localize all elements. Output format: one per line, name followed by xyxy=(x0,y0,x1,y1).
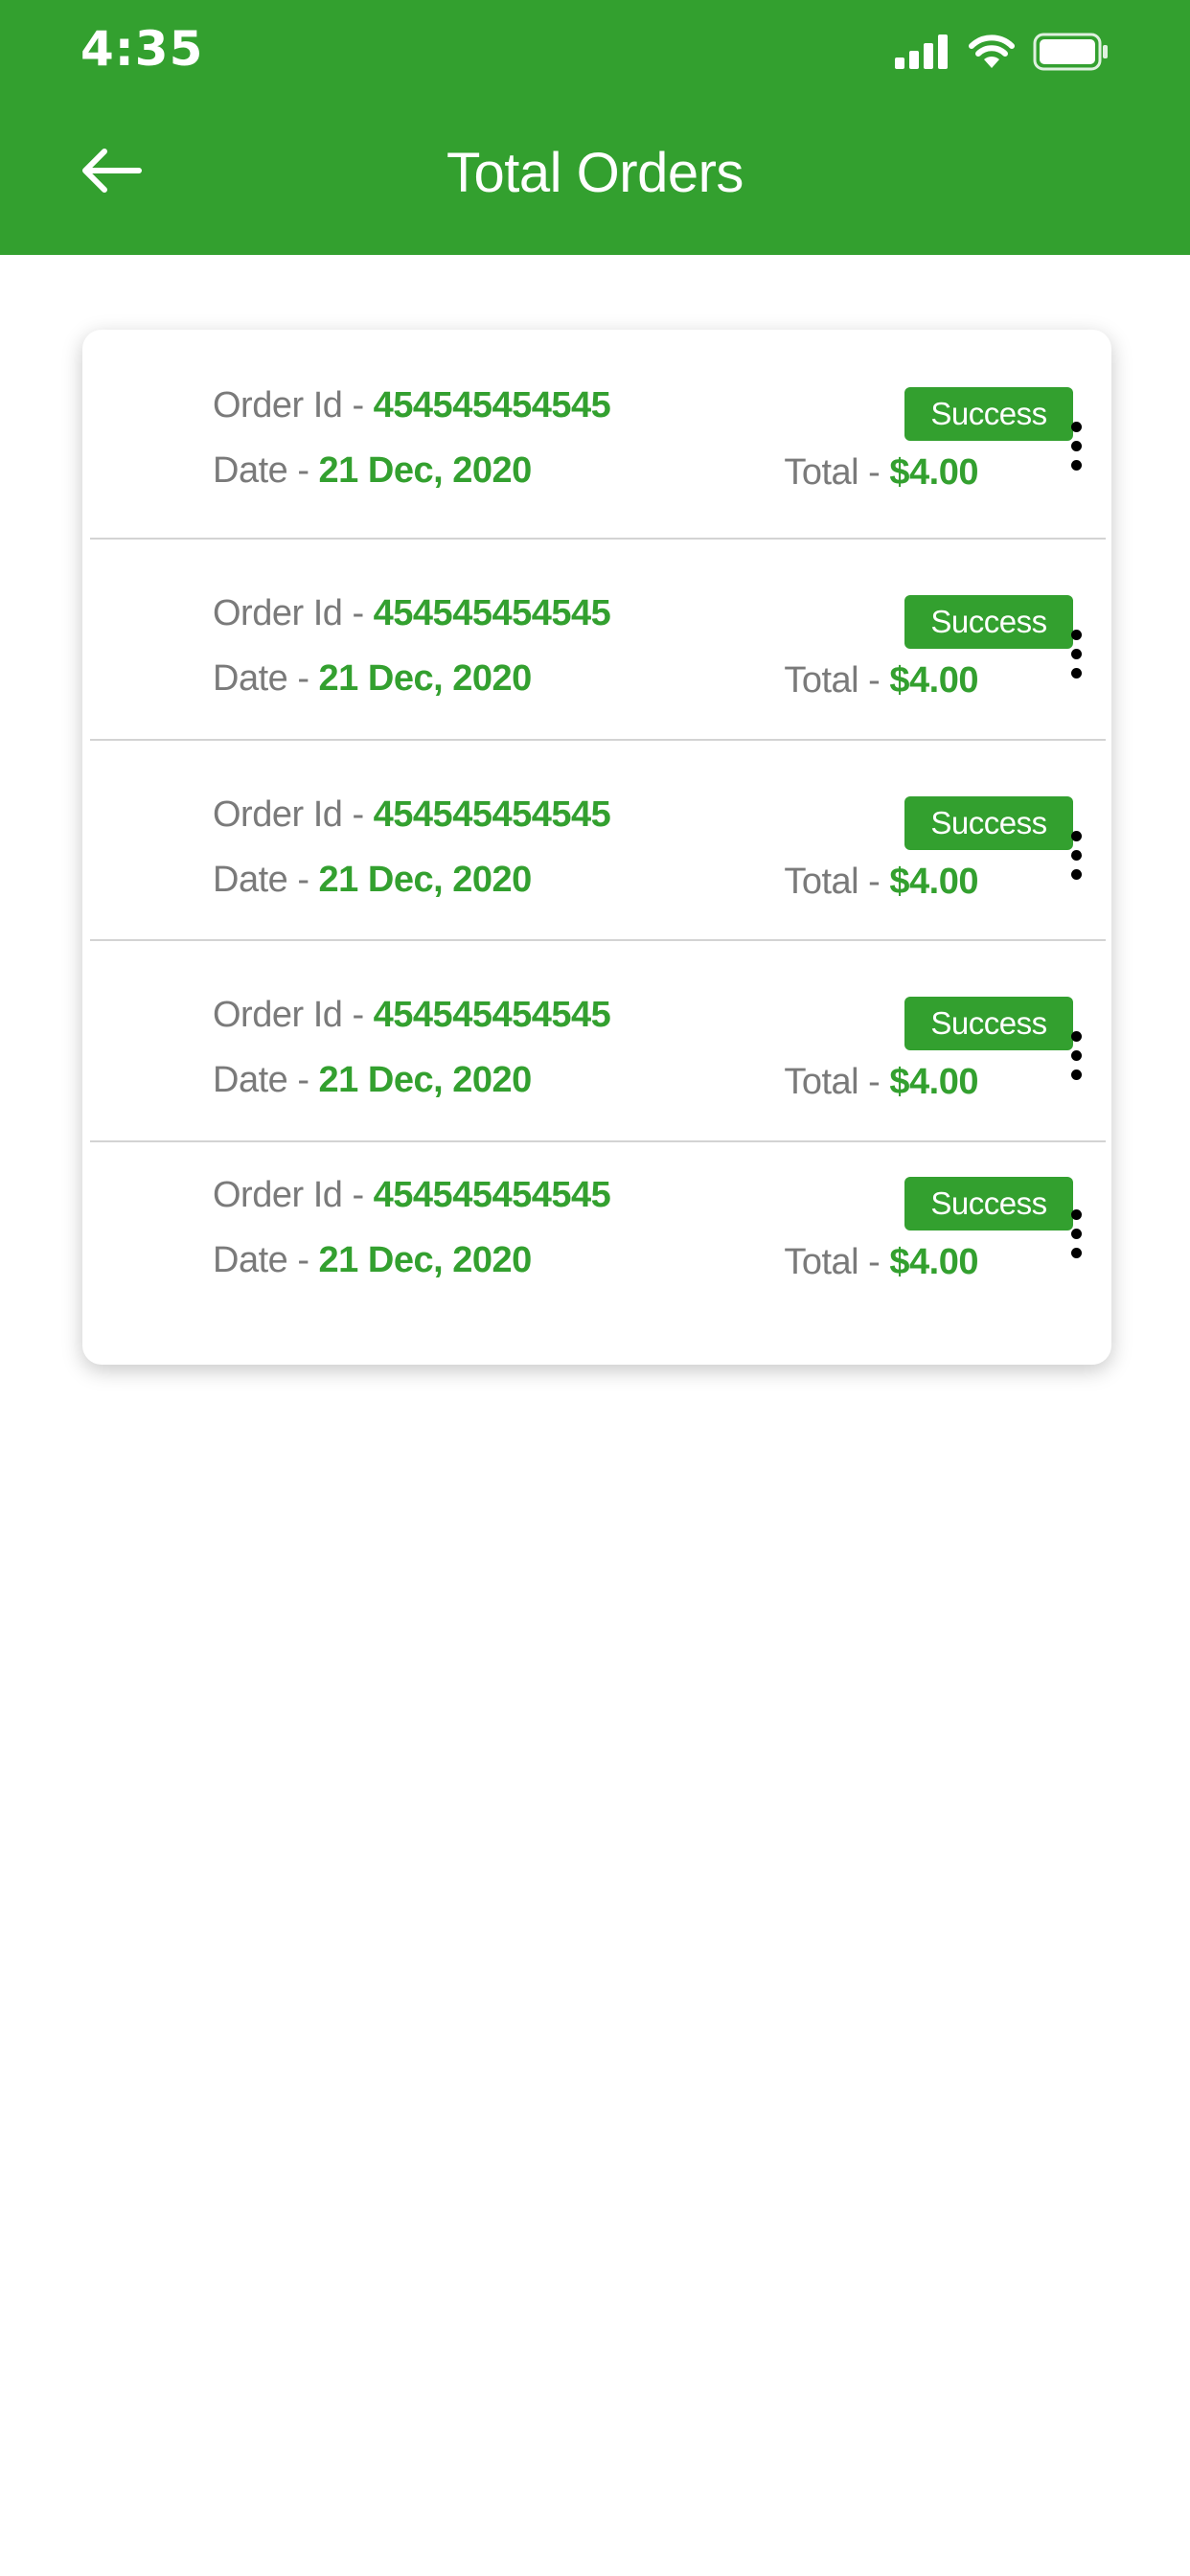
order-id-line: Order Id - 454545454545 xyxy=(213,1175,611,1216)
order-total: Total - $4.00 xyxy=(784,1242,978,1283)
order-total-value: $4.00 xyxy=(889,1242,978,1282)
order-id-value: 454545454545 xyxy=(373,995,611,1035)
order-date-value: 21 Dec, 2020 xyxy=(318,450,533,491)
order-total: Total - $4.00 xyxy=(784,862,978,903)
order-id-value: 454545454545 xyxy=(373,593,611,633)
order-total-value: $4.00 xyxy=(889,452,978,493)
status-badge: Success xyxy=(904,387,1073,441)
order-total: Total - $4.00 xyxy=(784,1062,978,1103)
order-date-line: Date - 21 Dec, 2020 xyxy=(213,860,532,901)
order-id-label: Order Id - xyxy=(213,1175,374,1215)
order-row[interactable]: Order Id - 454545454545 Date - 21 Dec, 2… xyxy=(90,939,1106,1142)
wifi-icon xyxy=(968,34,1016,75)
status-time: 4:35 xyxy=(80,21,204,77)
order-id-value: 454545454545 xyxy=(373,1175,611,1215)
status-badge: Success xyxy=(904,595,1073,649)
status-badge: Success xyxy=(904,796,1073,850)
order-id-value: 454545454545 xyxy=(373,794,611,835)
signal-icon xyxy=(895,34,950,74)
status-badge: Success xyxy=(904,997,1073,1050)
order-total-label: Total - xyxy=(784,862,890,902)
order-row[interactable]: Order Id - 454545454545 Date - 21 Dec, 2… xyxy=(90,739,1106,941)
order-total-label: Total - xyxy=(784,1062,890,1102)
order-id-line: Order Id - 454545454545 xyxy=(213,794,611,836)
order-total: Total - $4.00 xyxy=(784,660,978,702)
order-date-line: Date - 21 Dec, 2020 xyxy=(213,658,532,700)
order-id-line: Order Id - 454545454545 xyxy=(213,593,611,634)
page-title: Total Orders xyxy=(446,142,744,204)
order-date-label: Date - xyxy=(213,1060,319,1100)
more-vertical-icon[interactable] xyxy=(1053,1200,1099,1267)
order-total-value: $4.00 xyxy=(889,1062,978,1102)
more-vertical-icon[interactable] xyxy=(1053,821,1099,888)
status-badge: Success xyxy=(904,1177,1073,1230)
order-row[interactable]: Order Id - 454545454545 Date - 21 Dec, 2… xyxy=(90,330,1106,540)
order-total: Total - $4.00 xyxy=(784,452,978,494)
order-id-label: Order Id - xyxy=(213,794,374,835)
order-row[interactable]: Order Id - 454545454545 Date - 21 Dec, 2… xyxy=(90,538,1106,741)
order-total-label: Total - xyxy=(784,452,890,493)
status-icons xyxy=(895,33,1110,75)
order-date-value: 21 Dec, 2020 xyxy=(318,1240,533,1280)
order-total-label: Total - xyxy=(784,660,890,701)
order-total-value: $4.00 xyxy=(889,862,978,902)
order-id-value: 454545454545 xyxy=(373,385,611,426)
order-row[interactable]: Order Id - 454545454545 Date - 21 Dec, 2… xyxy=(90,1140,1106,1365)
order-date-value: 21 Dec, 2020 xyxy=(318,1060,533,1100)
orders-card: Order Id - 454545454545 Date - 21 Dec, 2… xyxy=(82,330,1111,1365)
more-vertical-icon[interactable] xyxy=(1053,1022,1099,1089)
order-date-label: Date - xyxy=(213,860,319,900)
order-date-label: Date - xyxy=(213,658,319,699)
order-date-value: 21 Dec, 2020 xyxy=(318,860,533,900)
more-vertical-icon[interactable] xyxy=(1053,620,1099,687)
order-date-line: Date - 21 Dec, 2020 xyxy=(213,450,532,492)
order-id-label: Order Id - xyxy=(213,593,374,633)
order-date-value: 21 Dec, 2020 xyxy=(318,658,533,699)
order-id-label: Order Id - xyxy=(213,385,374,426)
order-date-line: Date - 21 Dec, 2020 xyxy=(213,1060,532,1101)
more-vertical-icon[interactable] xyxy=(1053,412,1099,479)
order-date-line: Date - 21 Dec, 2020 xyxy=(213,1240,532,1281)
order-date-label: Date - xyxy=(213,1240,319,1280)
app-header: 4:35 Total Orders xyxy=(0,0,1190,255)
order-id-line: Order Id - 454545454545 xyxy=(213,385,611,426)
order-id-line: Order Id - 454545454545 xyxy=(213,995,611,1036)
order-total-value: $4.00 xyxy=(889,660,978,701)
order-total-label: Total - xyxy=(784,1242,890,1282)
order-date-label: Date - xyxy=(213,450,319,491)
order-id-label: Order Id - xyxy=(213,995,374,1035)
battery-icon xyxy=(1033,33,1110,76)
